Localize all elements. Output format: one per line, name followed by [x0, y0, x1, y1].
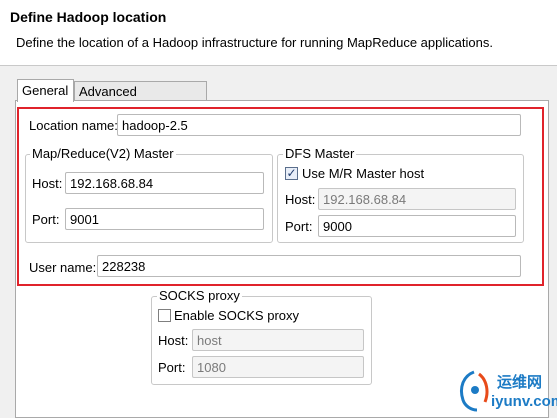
enable-socks-label: Enable SOCKS proxy — [174, 308, 300, 323]
dialog-description: Define the location of a Hadoop infrastr… — [16, 35, 493, 50]
dfs-host-input[interactable] — [318, 188, 516, 210]
location-name-input[interactable] — [117, 114, 521, 136]
watermark-url-text: iyunv.com — [491, 393, 557, 410]
socks-port-input[interactable] — [192, 356, 364, 378]
tab-advanced-parameters[interactable]: Advanced parameters — [74, 81, 207, 114]
socks-proxy-title: SOCKS proxy — [157, 288, 242, 303]
use-mr-master-label: Use M/R Master host — [302, 166, 425, 181]
mr-port-label: Port: — [32, 212, 60, 227]
tab-general[interactable]: General — [17, 79, 74, 102]
dfs-host-label: Host: — [285, 192, 316, 207]
dfs-master-title: DFS Master — [283, 146, 357, 161]
dialog-title: Define Hadoop location — [10, 9, 167, 25]
mr-host-label: Host: — [32, 176, 63, 191]
dfs-port-label: Port: — [285, 219, 313, 234]
mr-host-input[interactable] — [65, 172, 264, 194]
socks-port-label: Port: — [158, 360, 186, 375]
socks-host-label: Host: — [158, 333, 189, 348]
location-name-label: Location name: — [29, 118, 118, 133]
watermark-logo-icon — [459, 370, 489, 412]
watermark-chinese-text: 运维网 — [497, 374, 543, 391]
mr-master-title: Map/Reduce(V2) Master — [30, 146, 176, 161]
dfs-port-input[interactable] — [318, 215, 516, 237]
mr-port-input[interactable] — [65, 208, 264, 230]
enable-socks-checkbox[interactable] — [158, 309, 171, 322]
user-name-input[interactable] — [97, 255, 521, 277]
user-name-label: User name: — [29, 260, 97, 275]
socks-host-input[interactable] — [192, 329, 364, 351]
use-mr-master-checkbox[interactable]: ✓ — [285, 167, 298, 180]
